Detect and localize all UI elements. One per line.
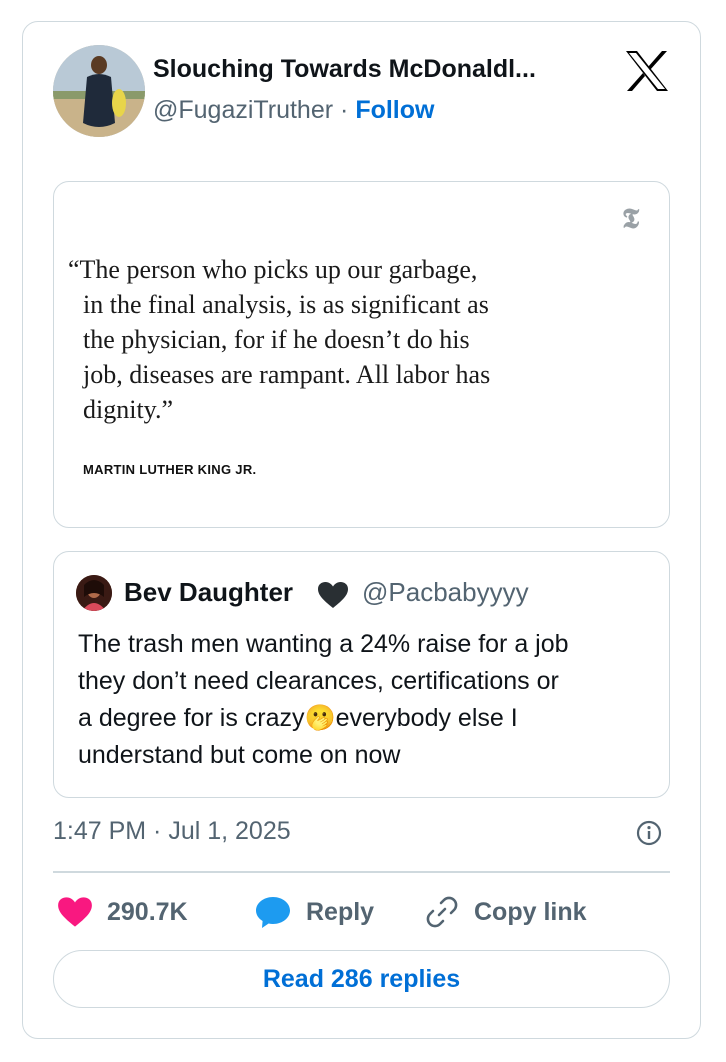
divider	[53, 871, 670, 873]
separator: ·	[340, 96, 349, 124]
quote-line: job, diseases are rampant. All labor has	[83, 360, 491, 389]
author-name[interactable]: Slouching Towards McDonaldl...	[153, 55, 536, 84]
author-handle[interactable]: @FugaziTruther	[153, 96, 333, 124]
quote-attribution: MARTIN LUTHER KING JR.	[83, 462, 257, 477]
heart-icon	[58, 897, 92, 927]
reply-button[interactable]: Reply	[254, 892, 374, 932]
info-icon[interactable]	[636, 820, 662, 846]
quote-text: “The person who picks up our garbage, in…	[68, 252, 588, 427]
author-avatar[interactable]	[53, 45, 145, 137]
quote-line: “The person who picks up our garbage,	[68, 255, 478, 284]
quoted-text-line: The trash men wanting a 24% raise for a …	[78, 630, 569, 658]
link-icon	[426, 896, 458, 928]
follow-button[interactable]: Follow	[355, 96, 434, 124]
quote-line: dignity.”	[83, 395, 174, 424]
quoted-text-line: they don’t need clearances, certificatio…	[78, 667, 559, 695]
publisher-logo-icon: 𝕿	[622, 202, 640, 235]
quoted-author-handle[interactable]: @Pacbabyyyy	[362, 577, 529, 608]
black-heart-icon	[318, 582, 348, 608]
like-button[interactable]: 290.7K	[57, 892, 188, 932]
quote-line: the physician, for if he doesn’t do his	[83, 325, 470, 354]
copy-link-label: Copy link	[474, 897, 587, 926]
like-count: 290.7K	[107, 897, 188, 926]
quoted-author-name[interactable]: Bev Daughter	[124, 577, 293, 608]
quoted-text-line: a degree for is crazy🫢everybody else I	[78, 700, 658, 737]
quoted-text-fragment: everybody else I	[335, 704, 518, 732]
media-image[interactable]: 𝕿 “The person who picks up our garbage, …	[53, 181, 670, 528]
quoted-tweet[interactable]: Bev Daughter @Pacbabyyyy The trash men w…	[53, 551, 670, 798]
reply-label: Reply	[306, 897, 375, 926]
tweet-timestamp[interactable]: 1:47 PM · Jul 1, 2025	[53, 817, 291, 846]
hand-over-mouth-emoji: 🫢	[304, 704, 336, 732]
reply-bubble-icon	[256, 897, 290, 928]
copy-link-button[interactable]: Copy link	[424, 892, 587, 932]
quoted-text-fragment: a degree for is crazy	[78, 704, 305, 732]
quote-line: in the final analysis, is as significant…	[83, 290, 489, 319]
x-logo-icon[interactable]	[624, 50, 670, 92]
read-replies-button[interactable]: Read 286 replies	[53, 950, 670, 1008]
quoted-text-line: understand but come on now	[78, 741, 401, 769]
author-handle-line: @FugaziTruther · Follow	[153, 96, 434, 125]
tweet-card	[22, 21, 701, 1039]
read-replies-label: Read 286 replies	[262, 964, 461, 993]
quoted-avatar[interactable]	[76, 575, 112, 611]
quoted-tweet-text: The trash men wanting a 24% raise for a …	[78, 626, 658, 774]
